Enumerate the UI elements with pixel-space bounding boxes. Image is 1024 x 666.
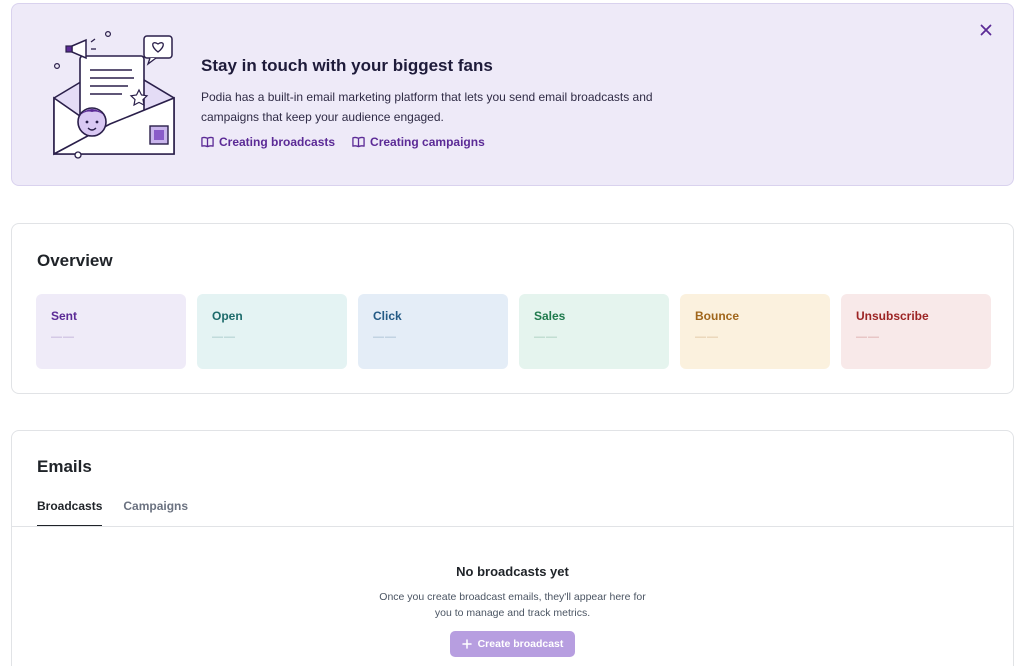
emails-title: Emails [37,457,92,476]
emails-tabs: Broadcasts Campaigns [37,499,188,527]
empty-state-title: No broadcasts yet [456,564,569,579]
creating-broadcasts-link[interactable]: Creating broadcasts [201,135,335,149]
creating-campaigns-link[interactable]: Creating campaigns [352,135,485,149]
metric-sales: Sales —— [519,294,669,369]
tab-campaigns[interactable]: Campaigns [123,499,188,527]
email-marketing-illustration [53,30,175,159]
metric-click: Click —— [358,294,508,369]
close-icon[interactable] [979,23,993,37]
metric-unsubscribe: Unsubscribe —— [841,294,991,369]
tabs-divider [12,526,1013,527]
book-icon [201,136,214,148]
empty-state: No broadcasts yet Once you create broadc… [12,564,1013,657]
metric-bounce: Bounce —— [680,294,830,369]
metric-sent: Sent —— [36,294,186,369]
plus-icon [461,639,472,649]
tab-broadcasts[interactable]: Broadcasts [37,499,103,527]
metrics-row: Sent —— Open —— Click —— Sales —— Bounce… [36,294,991,369]
create-broadcast-button[interactable]: Create broadcast [449,631,576,657]
banner-title: Stay in touch with your biggest fans [201,56,493,75]
overview-card: Overview Sent —— Open —— Click —— Sales … [11,223,1014,394]
banner-description: Podia has a built-in email marketing pla… [201,90,653,124]
info-banner: Stay in touch with your biggest fans Pod… [11,3,1014,186]
metric-open: Open —— [197,294,347,369]
empty-state-description: Once you create broadcast emails, they'l… [379,591,646,619]
emails-card: Emails Broadcasts Campaigns No broadcast… [11,430,1014,666]
overview-title: Overview [37,251,113,270]
book-icon [352,136,365,148]
